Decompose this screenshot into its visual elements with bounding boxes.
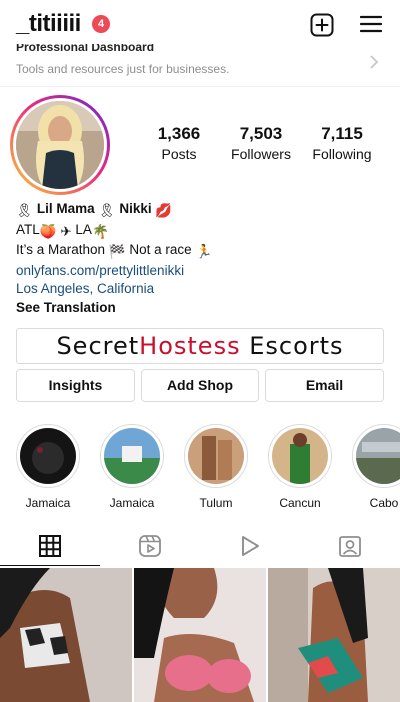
profile-tabs [0, 525, 400, 567]
peach-icon: 🍑 [39, 223, 57, 239]
palm-tree-icon: 🌴 [91, 223, 109, 239]
email-button[interactable]: Email [265, 369, 384, 402]
grid-icon [39, 535, 61, 557]
checkered-flag-icon: 🏁 [108, 244, 126, 259]
highlight-item[interactable]: Cancun [268, 424, 332, 510]
posts-stat[interactable]: 1,366 Posts [152, 124, 206, 162]
followers-stat[interactable]: 7,503 Followers [226, 124, 296, 162]
reels-icon [139, 535, 161, 557]
dashboard-title: Professional Dashboard [16, 44, 155, 54]
see-translation-link[interactable]: See Translation [16, 299, 386, 318]
dashboard-subtitle: Tools and resources just for businesses. [16, 62, 230, 76]
highlight-label: Jamaica [25, 496, 71, 510]
highlight-thumbnail [356, 428, 400, 484]
tagged-icon [339, 536, 361, 557]
highlight-item[interactable]: Jamaica [16, 424, 80, 510]
lips-icon: 💋 [155, 203, 173, 218]
post-thumbnail[interactable] [134, 568, 266, 702]
contact-banner: SecretHostess Escorts [16, 328, 384, 364]
highlight-label: Cabo [369, 496, 399, 510]
highlight-thumbnail [104, 428, 160, 484]
bio-name-line: 🎗 Lil Mama 🎗 Nikki 💋 [16, 200, 386, 221]
add-shop-button[interactable]: Add Shop [141, 369, 259, 402]
ribbon-icon: 🎗 [98, 203, 116, 218]
highlight-label: Cancun [279, 496, 321, 510]
video-play-icon [242, 536, 259, 556]
insights-button[interactable]: Insights [16, 369, 135, 402]
notification-badge[interactable]: 4 [92, 15, 110, 33]
bio-link[interactable]: onlyfans.com/prettylittlenikki [16, 262, 386, 281]
followers-count: 7,503 [239, 124, 283, 143]
highlight-label: Tulum [199, 496, 233, 510]
highlight-thumbnail [188, 428, 244, 484]
profile-username[interactable]: _titiiiii [16, 10, 81, 38]
posts-count: 1,366 [157, 124, 201, 143]
divider [0, 86, 400, 87]
posts-label: Posts [161, 146, 197, 162]
avatar-photo [16, 101, 104, 189]
tab-tagged[interactable] [300, 525, 400, 567]
post-thumbnail[interactable] [0, 568, 132, 702]
profile-bio: 🎗 Lil Mama 🎗 Nikki 💋 ATL🍑 ✈ LA🌴 It’s a M… [16, 200, 386, 317]
airplane-icon: ✈ [60, 223, 72, 239]
highlight-thumbnail [20, 428, 76, 484]
bio-tagline: It’s a Marathon 🏁 Not a race 🏃 [16, 241, 386, 262]
post-grid [0, 568, 400, 702]
runner-icon: 🏃 [195, 244, 213, 259]
professional-dashboard-row[interactable]: Professional Dashboard Tools and resourc… [0, 40, 400, 84]
bio-location[interactable]: Los Angeles, California [16, 280, 386, 299]
highlight-thumbnail [272, 428, 328, 484]
followers-label: Followers [231, 146, 291, 162]
post-thumbnail[interactable] [268, 568, 400, 702]
hamburger-menu-icon[interactable] [360, 14, 382, 34]
following-stat[interactable]: 7,115 Following [308, 124, 376, 162]
profile-avatar[interactable] [10, 95, 110, 195]
ribbon-icon: 🎗 [16, 203, 34, 218]
following-count: 7,115 [321, 124, 363, 143]
highlight-item[interactable]: Jamaica [100, 424, 164, 510]
highlight-item[interactable]: Cabo [352, 424, 400, 510]
tab-grid[interactable] [0, 525, 100, 567]
active-tab-indicator [0, 565, 100, 566]
chevron-right-icon [370, 55, 379, 69]
bio-location-line: ATL🍑 ✈ LA🌴 [16, 221, 386, 242]
tab-videos[interactable] [200, 525, 300, 567]
highlight-item[interactable]: Tulum [184, 424, 248, 510]
tab-reels[interactable] [100, 525, 200, 567]
plus-square-icon[interactable] [310, 13, 334, 37]
highlight-label: Jamaica [109, 496, 155, 510]
following-label: Following [312, 146, 372, 162]
